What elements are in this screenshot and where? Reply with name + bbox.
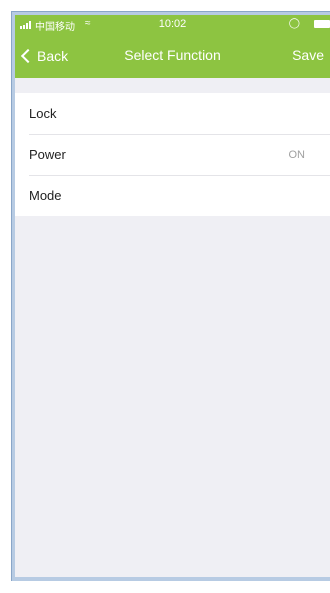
list-item-mode[interactable]: Mode — [15, 175, 330, 216]
phone-screen: 中国移动 ≈ 10:02 ◯ Back Select Function Save… — [15, 15, 330, 577]
nav-bar: Back Select Function Save — [15, 35, 330, 78]
alarm-icon: ◯ — [288, 18, 300, 29]
list-item-lock[interactable]: Lock — [15, 93, 330, 134]
app-header: 中国移动 ≈ 10:02 ◯ Back Select Function Save — [15, 15, 330, 78]
status-bar: 中国移动 ≈ 10:02 ◯ — [15, 15, 330, 35]
save-button[interactable]: Save — [292, 47, 324, 63]
battery-icon — [314, 20, 330, 28]
function-list: Lock Power ON Mode — [15, 93, 330, 216]
list-item-power[interactable]: Power ON — [15, 134, 330, 175]
status-time: 10:02 — [158, 18, 187, 30]
list-item-label: Power — [29, 147, 66, 162]
list-item-value: ON — [288, 148, 306, 161]
page-title: Select Function — [124, 47, 221, 63]
list-item-label: Mode — [29, 188, 62, 203]
list-item-label: Lock — [29, 106, 57, 121]
